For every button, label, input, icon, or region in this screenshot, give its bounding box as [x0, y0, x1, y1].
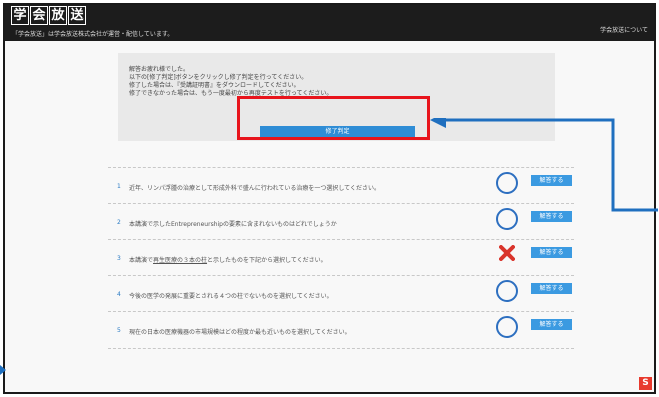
question-text-part: 本講演で [129, 257, 154, 264]
cross-icon [499, 245, 515, 261]
question-text: 現在の日本の医療機器の市場規模はどの程度か最も近いものを選択してください。 [129, 329, 351, 336]
site-logo[interactable]: 学 会 放 送 [11, 6, 86, 25]
question-number: 4 [117, 291, 121, 298]
question-number: 3 [117, 255, 121, 262]
question-text-part: と示したものを下記から選択してください。 [207, 257, 327, 264]
main-content: 解答お疲れ様でした。 以下の[修了判定]ボタンをクリックし修了判定を行ってくださ… [5, 41, 654, 392]
highlight-box [237, 96, 430, 140]
question-row: 4 今後の医学の発展に重要とされる４つの柱でないものを選択してください。 解答す… [108, 275, 574, 312]
question-number: 5 [117, 327, 121, 334]
answer-button[interactable]: 解答する [531, 319, 572, 330]
answer-button[interactable]: 解答する [531, 247, 572, 258]
question-text: 今後の医学の発展に重要とされる４つの柱でないものを選択してください。 [129, 293, 333, 300]
question-row: 5 現在の日本の医療機器の市場規模はどの程度か最も近いものを選択してください。 … [108, 311, 574, 349]
question-number: 1 [117, 183, 121, 190]
header-bar: 学 会 放 送 「学会放送」は学会放送株式会社が運営・配信しています。 学会放送… [5, 5, 654, 41]
question-text: 本講演で示したEntrepreneurshipの要素に含まれないものはどれでしょ… [129, 221, 337, 228]
question-text: 本講演で再生医療の３本の柱と示したものを下記から選択してください。 [129, 255, 327, 264]
circle-icon [496, 280, 518, 302]
question-text-underlined: 再生医療の３本の柱 [153, 257, 208, 264]
circle-icon [496, 316, 518, 338]
logo-char: 放 [49, 6, 67, 25]
logo-char: 会 [30, 6, 48, 25]
answer-button[interactable]: 解答する [531, 283, 572, 294]
arrow-head-icon [0, 365, 6, 375]
logo-char: 送 [68, 6, 86, 25]
app-logo-icon: S [639, 377, 652, 390]
question-row: 3 本講演で再生医療の３本の柱と示したものを下記から選択してください。 解答する [108, 239, 574, 276]
question-number: 2 [117, 219, 121, 226]
arrow-left-icon [430, 118, 658, 212]
about-link[interactable]: 学会放送について [600, 25, 648, 34]
site-tagline: 「学会放送」は学会放送株式会社が運営・配信しています。 [12, 31, 174, 38]
question-text: 近年、リンパ浮腫の治療として形成外科で盛んに行われている治療を一つ選択してくださ… [129, 185, 380, 192]
logo-char: 学 [11, 6, 29, 25]
